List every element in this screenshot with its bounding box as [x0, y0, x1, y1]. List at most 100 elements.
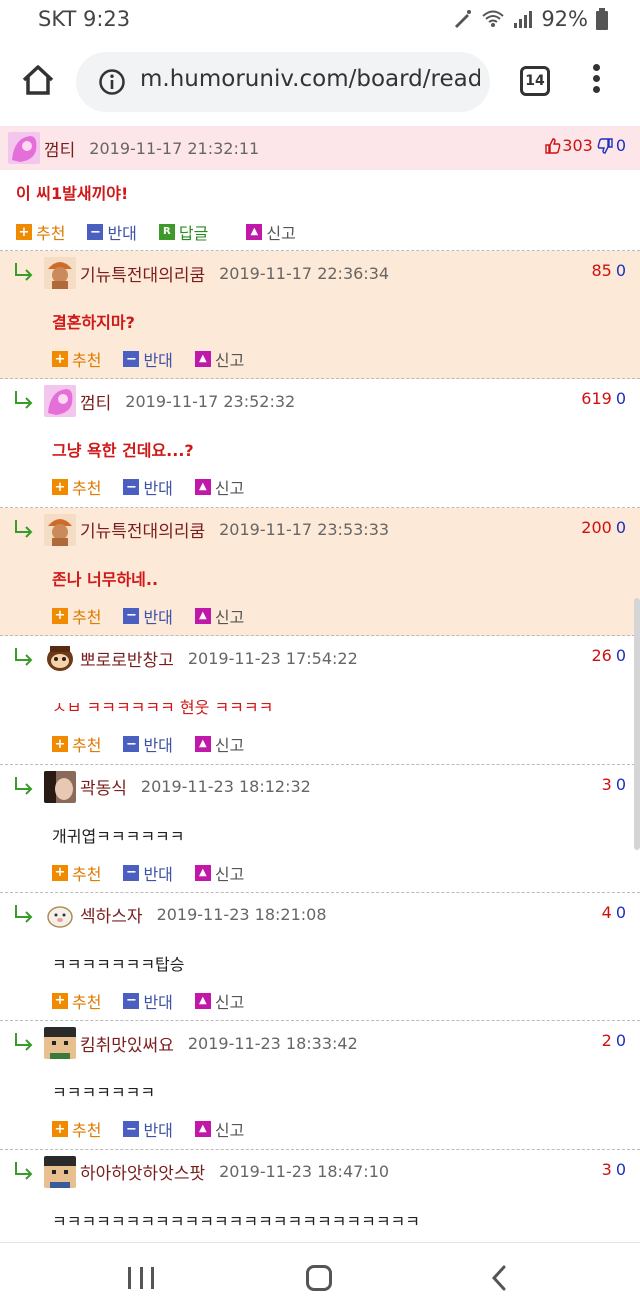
username[interactable]: 기뉴특전대의리쿰: [80, 261, 205, 286]
reply-arrow-icon: [15, 1033, 33, 1052]
vote-counts: 85 0: [591, 261, 626, 280]
home-icon[interactable]: [20, 62, 56, 98]
avatar[interactable]: [44, 1027, 76, 1060]
avatar[interactable]: [44, 1155, 76, 1188]
avatar[interactable]: [44, 385, 76, 418]
url-text[interactable]: m.humoruniv.com/board/read.: [140, 66, 480, 92]
report-label: 신고: [266, 224, 296, 243]
upvote-count: 4: [601, 902, 612, 922]
upvote-count: 3: [601, 1159, 612, 1179]
carrier-label: SKT: [38, 7, 77, 31]
minus-icon: −: [123, 992, 140, 1009]
plus-icon: +: [52, 351, 68, 367]
comment-text: 개귀엽ㅋㅋㅋㅋㅋㅋ: [52, 826, 185, 846]
scrollbar[interactable]: [634, 598, 640, 850]
upvote-button[interactable]: + 추천: [52, 861, 101, 885]
avatar[interactable]: [44, 770, 76, 803]
thumbs-up-icon: [545, 137, 561, 154]
avatar[interactable]: [44, 898, 76, 931]
vote-counts: 30: [602, 1160, 626, 1179]
upvote-button[interactable]: + 추천: [52, 604, 101, 628]
tab-switcher-button[interactable]: 14: [520, 66, 550, 96]
downvote-button[interactable]: − 반대: [123, 1117, 173, 1141]
upvote-label: 추천: [72, 351, 102, 370]
username[interactable]: 뽀로로반창고: [80, 646, 174, 671]
downvote-count: 0: [615, 902, 626, 922]
report-button[interactable]: ▲ 신고: [194, 475, 245, 499]
report-button[interactable]: ▲ 신고: [194, 1117, 244, 1141]
report-button[interactable]: ▲ 신고: [194, 989, 244, 1013]
upvote-button[interactable]: + 추천: [16, 220, 65, 244]
comment-text: 존나 너무하네..: [52, 569, 159, 589]
downvote-button[interactable]: − 반대: [123, 347, 173, 371]
upvote-label: 추천: [72, 607, 102, 627]
downvote-count: 0: [615, 646, 626, 666]
upvote-button[interactable]: + 추천: [52, 732, 101, 756]
username[interactable]: 하아하앗하앗스팟: [80, 1159, 205, 1184]
username[interactable]: 섹하스자: [80, 902, 143, 927]
report-label: 신고: [214, 479, 245, 499]
avatar[interactable]: [8, 132, 40, 164]
home-nav-icon[interactable]: [306, 1265, 332, 1291]
reply-button[interactable]: R 답글: [158, 220, 208, 244]
upvote-count: 2: [601, 1031, 612, 1051]
downvote-label: 반대: [143, 864, 173, 884]
back-icon[interactable]: [488, 1265, 512, 1291]
report-label: 신고: [214, 864, 245, 884]
downvote-button[interactable]: − 반대: [123, 732, 173, 756]
upvote-button[interactable]: + 추천: [52, 475, 101, 499]
upvote-button[interactable]: + 추천: [52, 347, 101, 371]
vote-counts: 20: [602, 1031, 626, 1050]
upvote-label: 추천: [72, 736, 102, 756]
vote-counts: 619 0: [581, 389, 626, 408]
reply-arrow-icon: [15, 263, 33, 281]
downvote-button[interactable]: − 반대: [87, 220, 137, 244]
downvote-count: 0: [615, 517, 626, 537]
report-label: 신고: [214, 736, 245, 756]
report-button[interactable]: ▲ 신고: [194, 604, 244, 628]
avatar[interactable]: [44, 257, 76, 289]
downvote-button[interactable]: − 반대: [123, 989, 173, 1013]
reply-arrow-icon: [15, 648, 33, 666]
status-carrier-time: SKT 9:23: [38, 7, 130, 31]
report-button[interactable]: ▲ 신고: [194, 732, 245, 756]
downvote-button[interactable]: − 반대: [123, 475, 173, 499]
comment-date: 2019-11-17 23:53:33: [219, 520, 390, 540]
report-label: 신고: [214, 351, 245, 370]
avatar[interactable]: [44, 513, 76, 546]
downvote-button[interactable]: − 반대: [123, 604, 173, 628]
clock: 9:23: [83, 7, 131, 31]
upvote-label: 추천: [72, 479, 102, 499]
downvote-label: 반대: [143, 736, 173, 756]
upvote-label: 추천: [72, 1121, 102, 1141]
report-icon: ▲: [246, 224, 263, 240]
upvote-button[interactable]: + 추천: [52, 989, 101, 1013]
username[interactable]: 곽동식: [80, 774, 127, 799]
plus-icon: +: [52, 992, 68, 1009]
upvote-label: 추천: [72, 992, 102, 1012]
username[interactable]: 킴취맛있써요: [80, 1031, 174, 1056]
report-button[interactable]: ▲ 신고: [246, 220, 296, 244]
data-saver-icon: [455, 10, 472, 28]
vote-counts: 40: [602, 903, 626, 922]
plus-icon: +: [52, 736, 68, 753]
avatar[interactable]: [44, 642, 76, 675]
plus-icon: +: [52, 1121, 68, 1138]
report-button[interactable]: ▲ 신고: [194, 347, 245, 371]
recent-apps-icon[interactable]: [128, 1267, 154, 1289]
info-icon[interactable]: [98, 68, 126, 96]
comment-date: 2019-11-17 23:52:32: [125, 391, 296, 411]
report-icon: ▲: [194, 736, 211, 753]
address-bar[interactable]: m.humoruniv.com/board/read.: [76, 52, 490, 112]
downvote-button[interactable]: − 반대: [123, 861, 173, 885]
downvote-label: 반대: [143, 479, 173, 499]
username[interactable]: 껌티: [80, 389, 111, 414]
thumbs-down-icon: [597, 137, 613, 154]
upvote-label: 추천: [72, 864, 102, 884]
report-button[interactable]: ▲ 신고: [194, 861, 245, 885]
upvote-button[interactable]: + 추천: [52, 1117, 101, 1141]
username[interactable]: 껌티: [44, 136, 75, 161]
report-icon: ▲: [194, 864, 211, 881]
username[interactable]: 기뉴특전대의리쿰: [80, 517, 205, 542]
more-menu-icon[interactable]: [586, 64, 606, 100]
